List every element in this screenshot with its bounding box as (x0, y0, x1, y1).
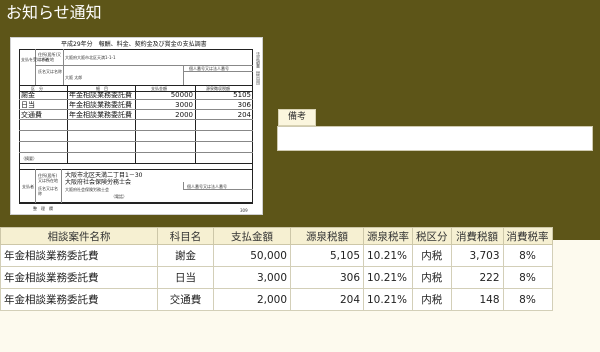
page-title: お知らせ通知 (6, 3, 102, 22)
cell-tax-category: 内税 (412, 288, 452, 311)
header-case-name: 相談案件名称 (0, 227, 158, 245)
table-header-row: 相談案件名称 科目名 支払金額 源泉税額 源泉税率 税区分 消費税額 消費税率 (0, 227, 553, 245)
payer-name: 大阪府社会保険労務士会 (65, 179, 132, 186)
payee-name: 大阪 太郎 (65, 75, 83, 80)
cell-withholding-amount: 5,105 (290, 244, 364, 267)
header-consumption-tax-amount: 消費税額 (450, 227, 504, 245)
doc-row-category: 交通費 (21, 111, 42, 119)
divider (183, 65, 184, 85)
cell-tax-category: 内税 (412, 244, 452, 267)
table-row: 年金相談業務委託費 日当 3,000 306 10.21% 内税 222 8% (0, 266, 553, 289)
cell-withholding-amount: 306 (290, 266, 364, 289)
table-row: 年金相談業務委託費 謝金 50,000 5,105 10.21% 内税 3,70… (0, 244, 553, 267)
doc-row-amount: 2000 (175, 111, 193, 119)
payer-address-label: 住所(居所)又は所在地 (38, 173, 58, 183)
header-tax-category: 税区分 (412, 227, 452, 245)
cell-consumption-tax-rate: 8% (502, 244, 553, 267)
payer-address: 大阪市北区天満二丁目1－30 (65, 172, 143, 179)
payment-record-document: 平成29年分 報酬、料金、契約金及び賞金の支払調書 支払を受ける者 住所(居所)… (10, 37, 263, 215)
cell-withholding-rate: 10.21% (363, 244, 413, 267)
divider (19, 203, 253, 204)
divider (19, 163, 253, 164)
payee-address-label: 住所(居所)又は所在地 (38, 52, 62, 62)
cell-withholding-rate: 10.21% (363, 288, 413, 311)
divider (61, 169, 62, 203)
cell-tax-category: 内税 (412, 266, 452, 289)
cell-consumption-tax-amount: 148 (450, 288, 504, 311)
divider (19, 152, 253, 153)
payer-name-label: 氏名又は名称 (38, 186, 58, 196)
cell-item-name: 謝金 (157, 244, 214, 267)
payee-address: 大阪府大阪市北区天満1-1-1 (65, 55, 116, 60)
doc-row-tax: 204 (237, 111, 251, 119)
divider (63, 49, 64, 85)
remarks-label: 備考 (278, 109, 316, 126)
payer-label: 支払者 (22, 184, 34, 189)
divider (183, 182, 184, 189)
divider (19, 169, 253, 170)
header-item-name: 科目名 (157, 227, 214, 245)
divider (183, 71, 253, 72)
divider (19, 130, 253, 131)
doc-row-category: 日当 (21, 101, 35, 109)
header-withholding-rate: 源泉税率 (363, 227, 413, 245)
cell-withholding-amount: 204 (290, 288, 364, 311)
cell-payment-amount: 2,000 (213, 288, 291, 311)
cell-consumption-tax-amount: 222 (450, 266, 504, 289)
header-payment-amount: 支払金額 (213, 227, 291, 245)
header-withholding-amount: 源泉税額 (290, 227, 364, 245)
side-text: 法定調書（提出用） (256, 52, 261, 88)
doc-row-tax: 306 (237, 101, 251, 109)
table-row: 年金相談業務委託費 交通費 2,000 204 10.21% 内税 148 8% (0, 288, 553, 311)
document-title: 平成29年分 報酬、料金、契約金及び賞金の支払調書 (61, 41, 207, 48)
remarks-field[interactable] (277, 126, 593, 151)
cell-item-name: 日当 (157, 266, 214, 289)
doc-row-category: 謝金 (21, 91, 35, 99)
cell-case-name: 年金相談業務委託費 (0, 288, 158, 311)
cell-payment-amount: 50,000 (213, 244, 291, 267)
payer-phone-label: （電話） (111, 194, 127, 199)
payer-name-sub: 大阪府社会保険労務士会 (65, 187, 109, 192)
header-consumption-tax-rate: 消費税率 (502, 227, 553, 245)
cell-case-name: 年金相談業務委託費 (0, 266, 158, 289)
doc-row-detail: 年金相談業務委託費 (69, 101, 132, 109)
doc-row-amount: 3000 (175, 101, 193, 109)
doc-row-amount: 50000 (170, 91, 193, 99)
payee-name-label: 氏名又は名称 (38, 69, 62, 74)
cell-case-name: 年金相談業務委託費 (0, 244, 158, 267)
cell-item-name: 交通費 (157, 288, 214, 311)
note-label: （摘要） (21, 156, 37, 161)
details-table: 相談案件名称 科目名 支払金額 源泉税額 源泉税率 税区分 消費税額 消費税率 … (0, 227, 553, 311)
cell-withholding-rate: 10.21% (363, 266, 413, 289)
footer-label: 整 理 欄 (33, 206, 53, 211)
divider (35, 169, 36, 203)
doc-row-detail: 年金相談業務委託費 (69, 91, 132, 99)
cell-consumption-tax-amount: 3,703 (450, 244, 504, 267)
footer-code: 309 (240, 208, 248, 213)
cell-payment-amount: 3,000 (213, 266, 291, 289)
divider (183, 189, 253, 190)
divider (19, 119, 253, 120)
doc-row-tax: 5105 (233, 91, 251, 99)
divider (19, 141, 253, 142)
divider (19, 109, 253, 110)
cell-consumption-tax-rate: 8% (502, 288, 553, 311)
divider (19, 99, 253, 100)
divider (35, 49, 36, 85)
doc-row-detail: 年金相談業務委託費 (69, 111, 132, 119)
cell-consumption-tax-rate: 8% (502, 266, 553, 289)
